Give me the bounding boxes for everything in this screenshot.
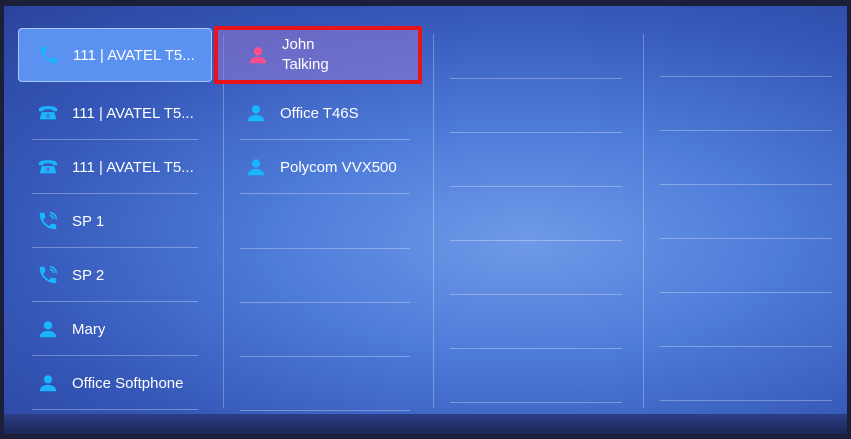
line-key-label: 111 | AVATEL T5... xyxy=(72,104,194,122)
speed-dial-label: SP 1 xyxy=(72,212,105,230)
empty-key-slot[interactable] xyxy=(450,186,622,187)
line-key-1[interactable]: 111 | AVATEL T5... xyxy=(18,28,212,82)
column-divider xyxy=(433,34,434,408)
empty-key-slot[interactable] xyxy=(660,130,832,131)
empty-key-slot[interactable] xyxy=(450,240,622,241)
speed-dial-icon xyxy=(36,209,60,233)
empty-key-slot[interactable] xyxy=(240,410,410,411)
handset-icon xyxy=(37,43,61,67)
contact-icon xyxy=(244,155,268,179)
empty-key-slot[interactable] xyxy=(660,184,832,185)
empty-key-slot[interactable] xyxy=(240,248,410,249)
contact-icon xyxy=(244,101,268,125)
column-divider xyxy=(643,34,644,408)
empty-key-slot[interactable] xyxy=(450,294,622,295)
contact-key-office-softphone[interactable]: Office Softphone xyxy=(18,356,212,410)
contact-icon xyxy=(246,43,270,67)
empty-key-slot[interactable] xyxy=(660,292,832,293)
desk-phone-icon xyxy=(36,101,60,125)
contact-icon xyxy=(36,317,60,341)
phone-screen: 111 | AVATEL T5... 111 | AVATEL T5... 11… xyxy=(4,6,847,434)
call-status: Talking xyxy=(282,56,329,73)
contact-key-mary[interactable]: Mary xyxy=(18,302,212,356)
empty-key-slot[interactable] xyxy=(450,402,622,403)
speed-dial-key-sp1[interactable]: SP 1 xyxy=(18,194,212,248)
empty-key-slot[interactable] xyxy=(660,76,832,77)
empty-key-slot[interactable] xyxy=(660,400,832,401)
empty-key-slot[interactable] xyxy=(240,356,410,357)
speed-dial-icon xyxy=(36,263,60,287)
empty-key-slot[interactable] xyxy=(450,78,622,79)
contact-key-office-t46s[interactable]: Office T46S xyxy=(226,86,424,140)
speed-dial-key-sp2[interactable]: SP 2 xyxy=(18,248,212,302)
empty-key-slot[interactable] xyxy=(660,238,832,239)
contact-icon xyxy=(36,371,60,395)
contact-label: Mary xyxy=(72,320,106,338)
empty-key-slot[interactable] xyxy=(450,348,622,349)
line-key-2[interactable]: 111 | AVATEL T5... xyxy=(18,86,212,140)
line-key-label: 111 | AVATEL T5... xyxy=(73,46,195,64)
contact-label: Polycom VVX500 xyxy=(280,158,397,176)
contact-key-john[interactable]: John Talking xyxy=(214,26,422,84)
contact-label: Office Softphone xyxy=(72,374,184,392)
speed-dial-label: SP 2 xyxy=(72,266,105,284)
contact-key-polycom-vvx500[interactable]: Polycom VVX500 xyxy=(226,140,424,194)
empty-key-slot[interactable] xyxy=(450,132,622,133)
contact-label: Office T46S xyxy=(280,104,359,122)
empty-key-slot[interactable] xyxy=(660,346,832,347)
line-key-label: 111 | AVATEL T5... xyxy=(72,158,194,176)
line-key-3[interactable]: 111 | AVATEL T5... xyxy=(18,140,212,194)
desk-phone-icon xyxy=(36,155,60,179)
screen-bottom-bezel xyxy=(4,414,847,434)
contact-name: John xyxy=(282,36,315,53)
empty-key-slot[interactable] xyxy=(240,302,410,303)
column-divider xyxy=(223,34,224,408)
